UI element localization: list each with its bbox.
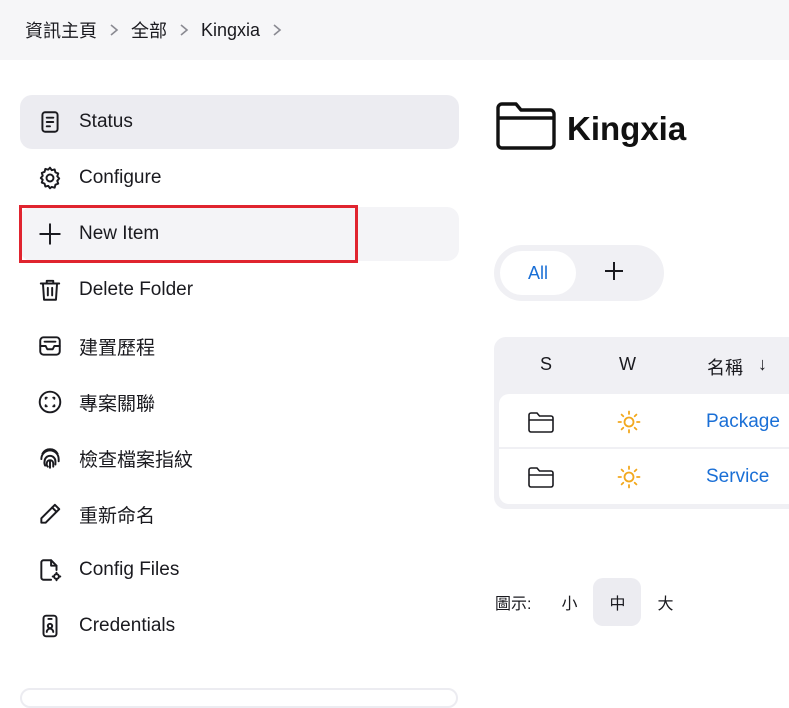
icon-size-medium[interactable]: 中	[593, 578, 642, 626]
sun-icon	[615, 449, 643, 504]
sidebar-item-label: 重新命名	[79, 505, 156, 527]
sidebar-item-configure[interactable]: Configure	[20, 151, 459, 205]
column-header-name[interactable]: 名稱	[707, 354, 743, 380]
sidebar-item-config-files[interactable]: Config Files	[20, 543, 459, 597]
breadcrumb-all[interactable]: 全部	[131, 17, 167, 43]
sidebar-item-rename[interactable]: 重新命名	[20, 487, 459, 541]
view-tabs: All	[494, 245, 664, 301]
column-header-weather[interactable]: W	[619, 354, 636, 375]
sidebar-item-label: Configure	[79, 167, 162, 188]
sidebar-item-label: Config Files	[79, 559, 180, 580]
relations-icon	[36, 388, 64, 416]
chevron-right-icon[interactable]	[97, 23, 131, 37]
job-link[interactable]: Package	[706, 394, 780, 449]
icon-size-small[interactable]: 小	[545, 578, 593, 626]
folder-icon	[527, 449, 555, 504]
breadcrumb: 資訊主頁 全部 Kingxia	[0, 0, 789, 60]
pencil-icon	[36, 500, 64, 528]
sidebar-item-label: 專案關聯	[79, 393, 156, 415]
gear-icon	[36, 164, 64, 192]
table-row: Package	[499, 394, 789, 449]
icon-size-selector: 圖示: 小 中 大	[495, 578, 689, 626]
plus-icon	[36, 220, 64, 248]
sidebar-item-build-history[interactable]: 建置歷程	[20, 319, 459, 373]
sidebar-item-status[interactable]: Status	[20, 95, 459, 149]
sidebar-item-label: Delete Folder	[79, 279, 194, 300]
jobs-table: S W 名稱 ↓ Package Service	[494, 337, 789, 509]
icon-size-label: 圖示:	[495, 596, 532, 613]
plus-icon	[603, 260, 625, 287]
sidebar-item-label: 檢查檔案指紋	[79, 449, 194, 471]
table-body: Package Service	[499, 394, 789, 504]
add-view-button[interactable]	[576, 251, 652, 295]
page-title-text: Kingxia	[567, 109, 687, 147]
sidebar: Status Configure New Item Delete Folder …	[20, 95, 459, 655]
config-file-icon	[36, 556, 64, 584]
sidebar-item-label: 建置歷程	[79, 337, 156, 359]
document-icon	[36, 108, 64, 136]
job-link[interactable]: Service	[706, 449, 769, 504]
chevron-right-icon[interactable]	[167, 23, 201, 37]
sidebar-item-label: New Item	[79, 223, 160, 244]
sidebar-item-label: Status	[79, 111, 133, 132]
chevron-right-icon[interactable]	[260, 23, 294, 37]
sidebar-item-credentials[interactable]: Credentials	[20, 599, 459, 653]
sidebar-item-delete-folder[interactable]: Delete Folder	[20, 263, 459, 317]
inbox-icon	[36, 332, 64, 360]
sort-arrow-icon[interactable]: ↓	[758, 354, 767, 375]
sidebar-item-project-relations[interactable]: 專案關聯	[20, 375, 459, 429]
folder-icon	[495, 100, 557, 157]
sun-icon	[615, 394, 643, 449]
breadcrumb-dashboard[interactable]: 資訊主頁	[25, 17, 97, 43]
table-header: S W 名稱 ↓	[494, 337, 789, 393]
sidebar-item-fingerprint[interactable]: 檢查檔案指紋	[20, 431, 459, 485]
sidebar-item-label: Credentials	[79, 615, 176, 636]
id-badge-icon	[36, 612, 64, 640]
column-header-status[interactable]: S	[540, 354, 552, 375]
tab-all[interactable]: All	[500, 251, 576, 295]
breadcrumb-kingxia[interactable]: Kingxia	[201, 20, 260, 41]
icon-size-large[interactable]: 大	[641, 578, 689, 626]
fingerprint-icon	[36, 444, 64, 472]
sidebar-bottom-panel	[20, 688, 458, 708]
sidebar-item-new-item[interactable]: New Item	[20, 207, 459, 261]
trash-icon	[36, 276, 64, 304]
page-title: Kingxia	[495, 100, 686, 157]
folder-icon	[527, 394, 555, 449]
table-row: Service	[499, 449, 789, 504]
